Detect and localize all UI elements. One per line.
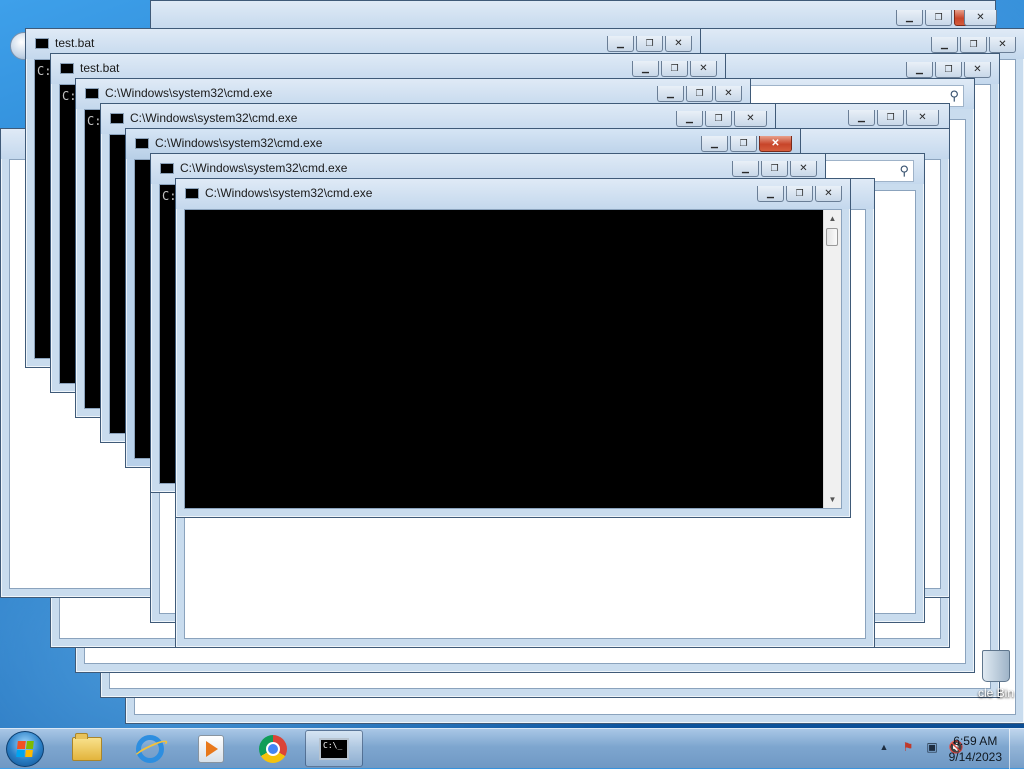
window-title: test.bat [80,61,120,75]
recycle-bin[interactable]: cle Bin [966,650,1024,700]
folder-icon [72,732,102,761]
close-button[interactable]: ✕ [964,10,997,26]
clock-date: 9/14/2023 [948,750,1002,764]
window-title: C:\Windows\system32\cmd.exe [155,136,323,150]
window-title: C:\Windows\system32\cmd.exe [105,86,273,100]
minimize-button[interactable]: ▁ [848,110,875,126]
maximize-button[interactable]: ❐ [960,37,987,53]
cmd-window-icon [35,38,49,49]
cmd-window-5: C:\Windows\system32\cmd.exe ▁ ❐ ✕ ▲ ▼ [175,178,851,518]
close-button[interactable]: ✕ [690,61,717,77]
clock-time: 6:59 AM [953,734,998,748]
taskbar-ie-button[interactable] [121,730,179,767]
minimize-button[interactable]: ▁ [896,10,923,26]
chrome-icon [259,734,287,763]
scroll-down-arrow[interactable]: ▼ [824,491,841,508]
close-button[interactable]: ✕ [759,136,792,152]
close-button[interactable]: ✕ [964,62,991,78]
window-title: C:\Windows\system32\cmd.exe [130,111,298,125]
close-button[interactable]: ✕ [715,86,742,102]
show-hidden-icons-arrow-icon[interactable]: ▲ [876,739,892,755]
action-center-flag-icon[interactable]: ⚑ [900,739,916,755]
taskbar-explorer-button[interactable] [58,730,116,767]
close-button[interactable]: ✕ [790,161,817,177]
taskbar: C:\_ ▲ ⚑ ▣ 🔇 6:59 AM 9/14/2023 [0,728,1024,769]
minimize-button[interactable]: ▁ [632,61,659,77]
console-area[interactable]: ▲ ▼ [184,209,842,509]
close-button[interactable]: ✕ [815,186,842,202]
maximize-button[interactable]: ❐ [705,111,732,127]
taskbar-cmd-button[interactable]: C:\_ [305,730,363,767]
network-icon[interactable]: ▣ [924,739,940,755]
minimize-button[interactable]: ▁ [676,111,703,127]
minimize-button[interactable]: ▁ [607,36,634,52]
minimize-button[interactable]: ▁ [906,62,933,78]
minimize-button[interactable]: ▁ [732,161,759,177]
cmd-window-icon [185,188,199,199]
cmd-window-icon [110,113,124,124]
cmd-icon: C:\_ [319,737,349,760]
close-button[interactable]: ✕ [906,110,939,126]
start-button[interactable] [6,731,44,767]
taskbar-media-player-button[interactable] [182,730,240,767]
search-icon[interactable]: ⚲ [949,88,959,104]
scroll-thumb[interactable] [826,228,838,246]
scroll-up-arrow[interactable]: ▲ [824,210,841,227]
close-button[interactable]: ✕ [665,36,692,52]
maximize-button[interactable]: ❐ [935,62,962,78]
window-title: test.bat [55,36,95,50]
recycle-bin-icon [982,650,1010,682]
taskbar-chrome-button[interactable] [244,730,302,767]
cmd-window-icon [60,63,74,74]
minimize-button[interactable]: ▁ [701,136,728,152]
close-button[interactable]: ✕ [989,37,1016,53]
maximize-button[interactable]: ❐ [661,61,688,77]
maximize-button[interactable]: ❐ [686,86,713,102]
maximize-button[interactable]: ❐ [761,161,788,177]
title-bar[interactable]: C:\Windows\system32\cmd.exe [176,179,850,209]
maximize-button[interactable]: ❐ [877,110,904,126]
recycle-bin-label: cle Bin [977,686,1015,700]
maximize-button[interactable]: ❐ [786,186,813,202]
minimize-button[interactable]: ▁ [931,37,958,53]
windows-logo-icon [16,741,34,757]
vertical-scrollbar[interactable]: ▲ ▼ [823,210,841,508]
maximize-button[interactable]: ❐ [925,10,952,26]
title-bar[interactable] [151,1,995,31]
cmd-window-icon [160,163,174,174]
close-button[interactable]: ✕ [734,111,767,127]
maximize-button[interactable]: ❐ [636,36,663,52]
show-desktop-button[interactable] [1009,729,1024,769]
cmd-window-icon [85,88,99,99]
minimize-button[interactable]: ▁ [757,186,784,202]
window-title: C:\Windows\system32\cmd.exe [180,161,348,175]
window-title: C:\Windows\system32\cmd.exe [205,186,373,200]
internet-explorer-icon [136,734,164,763]
media-player-icon [198,734,224,763]
cmd-window-icon [135,138,149,149]
clock[interactable]: 6:59 AM 9/14/2023 [949,733,1002,765]
minimize-button[interactable]: ▁ [657,86,684,102]
search-icon[interactable]: ⚲ [899,163,909,179]
maximize-button[interactable]: ❐ [730,136,757,152]
